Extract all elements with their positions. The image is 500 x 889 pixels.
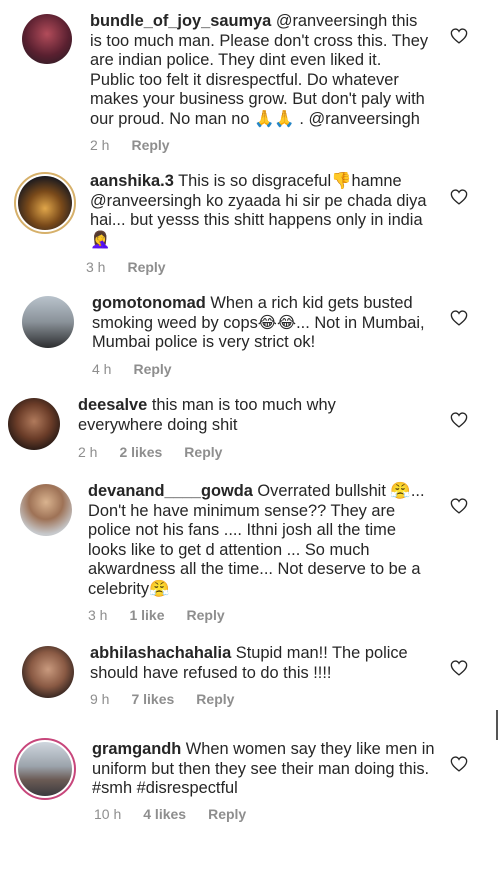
- comment-text: gramgandh When women say they like men i…: [92, 740, 437, 799]
- likes-count[interactable]: 1 like: [129, 607, 164, 623]
- avatar[interactable]: [22, 296, 74, 348]
- likes-count[interactable]: 7 likes: [131, 691, 174, 707]
- scrollbar[interactable]: [496, 710, 498, 740]
- comment-username[interactable]: deesalve: [78, 396, 147, 414]
- heart-outline-icon[interactable]: [450, 412, 468, 428]
- comment-username[interactable]: aanshika.3: [90, 172, 174, 190]
- comment-time: 2 h: [90, 137, 110, 153]
- reply-button[interactable]: Reply: [208, 806, 246, 822]
- comment-meta: 3 h 1 like Reply: [88, 607, 247, 623]
- comment-time: 3 h: [88, 607, 108, 623]
- comment-meta: 2 h 2 likes Reply: [78, 444, 244, 460]
- comment-text: aanshika.3 This is so disgraceful👎hamne …: [90, 172, 435, 250]
- comment-time: 9 h: [90, 691, 110, 707]
- reply-button[interactable]: Reply: [196, 691, 234, 707]
- heart-outline-icon[interactable]: [450, 660, 468, 676]
- reply-button[interactable]: Reply: [127, 259, 165, 275]
- comment-meta: 9 h 7 likes Reply: [90, 691, 256, 707]
- reply-button[interactable]: Reply: [133, 361, 171, 377]
- comment-meta: 4 h Reply: [92, 361, 194, 377]
- avatar[interactable]: [20, 484, 72, 536]
- comment-time: 10 h: [94, 806, 122, 822]
- comment-text: abhilashachahalia Stupid man!! The polic…: [90, 644, 430, 683]
- likes-count[interactable]: 4 likes: [143, 806, 186, 822]
- comment-meta: 3 h Reply: [86, 259, 188, 275]
- comment-text: bundle_of_joy_saumya @ranveersingh this …: [90, 12, 430, 130]
- comment-time: 3 h: [86, 259, 106, 275]
- reply-button[interactable]: Reply: [184, 444, 222, 460]
- heart-outline-icon[interactable]: [450, 498, 468, 514]
- comment-meta: 2 h Reply: [90, 137, 192, 153]
- heart-outline-icon[interactable]: [450, 189, 468, 205]
- comment-text: devanand____gowda Overrated bullshit 😤..…: [88, 482, 433, 600]
- comment-username[interactable]: devanand____gowda: [88, 482, 253, 500]
- comment-username[interactable]: bundle_of_joy_saumya: [90, 12, 271, 30]
- comment-text: gomotonomad When a rich kid gets busted …: [92, 294, 432, 353]
- avatar[interactable]: [14, 172, 76, 234]
- likes-count[interactable]: 2 likes: [119, 444, 162, 460]
- heart-outline-icon[interactable]: [450, 756, 468, 772]
- comment-meta: 10 h 4 likes Reply: [94, 806, 268, 822]
- avatar[interactable]: [22, 14, 72, 64]
- comment-time: 4 h: [92, 361, 112, 377]
- avatar[interactable]: [22, 646, 74, 698]
- avatar[interactable]: [14, 738, 76, 800]
- comment-text: deesalve this man is too much why everyw…: [78, 396, 418, 435]
- comment-username[interactable]: gramgandh: [92, 740, 181, 758]
- heart-outline-icon[interactable]: [450, 28, 468, 44]
- comment-time: 2 h: [78, 444, 98, 460]
- comment-username[interactable]: abhilashachahalia: [90, 644, 231, 662]
- reply-button[interactable]: Reply: [131, 137, 169, 153]
- avatar[interactable]: [8, 398, 60, 450]
- heart-outline-icon[interactable]: [450, 310, 468, 326]
- comment-username[interactable]: gomotonomad: [92, 294, 206, 312]
- reply-button[interactable]: Reply: [187, 607, 225, 623]
